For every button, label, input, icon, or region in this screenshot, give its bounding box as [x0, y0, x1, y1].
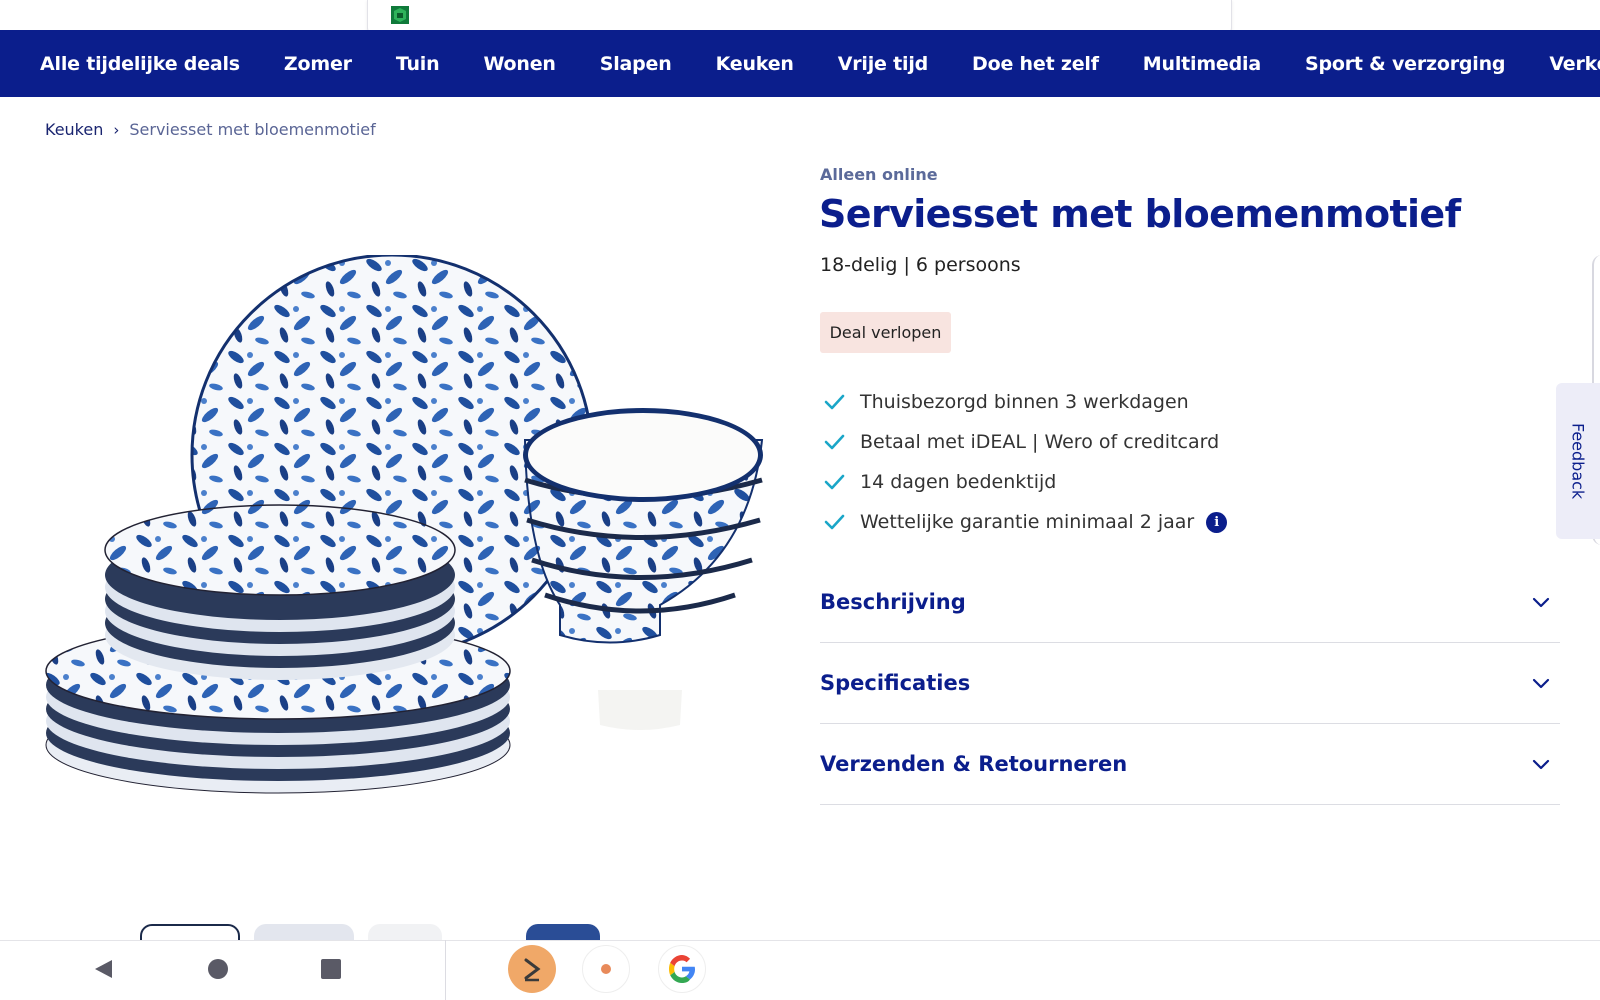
usp-item: Betaal met iDEAL | Wero of creditcard: [822, 422, 1227, 462]
breadcrumb-current: Serviesset met bloemenmotief: [129, 120, 376, 139]
accordion-title: Specificaties: [820, 671, 971, 695]
taskbar-divider: [445, 940, 446, 1000]
usp-text: Betaal met iDEAL | Wero of creditcard: [860, 431, 1220, 453]
store-logo-icon: [391, 6, 409, 24]
chevron-down-icon: [1532, 597, 1550, 608]
deal-status-badge: Deal verlopen: [820, 312, 951, 353]
chevron-down-icon: [1532, 678, 1550, 689]
home-icon[interactable]: [208, 959, 228, 979]
availability-label: Alleen online: [820, 165, 938, 184]
nav-item-wonen[interactable]: Wonen: [483, 53, 555, 75]
feedback-label: Feedback: [1568, 422, 1588, 500]
breadcrumb-link-keuken[interactable]: Keuken: [45, 120, 103, 139]
recent-apps-icon[interactable]: [321, 959, 341, 979]
usp-text: 14 dagen bedenktijd: [860, 471, 1057, 493]
google-logo-icon: [669, 955, 695, 983]
nav-item-tuin[interactable]: Tuin: [396, 53, 440, 75]
app-launcher-icon[interactable]: [508, 945, 556, 993]
usp-item: Wettelijke garantie minimaal 2 jaar i: [822, 502, 1228, 542]
nav-item-vrije-tijd[interactable]: Vrije tijd: [838, 53, 929, 75]
breadcrumb: Keuken › Serviesset met bloemenmotief: [45, 120, 376, 139]
nav-item-zomer[interactable]: Zomer: [284, 53, 352, 75]
check-icon: [824, 394, 845, 410]
check-icon: [824, 434, 845, 450]
usp-text: Wettelijke garantie minimaal 2 jaar: [860, 511, 1195, 533]
camera-dot-icon: [601, 964, 611, 974]
back-icon[interactable]: [92, 958, 114, 980]
nav-item-keuken[interactable]: Keuken: [716, 53, 794, 75]
breadcrumb-separator: ›: [113, 120, 120, 139]
overlay-card: [367, 0, 1232, 34]
nav-item-deals[interactable]: Alle tijdelijke deals: [40, 53, 240, 75]
arrow-app-icon: [524, 958, 541, 982]
usp-item: Thuisbezorgd binnen 3 werkdagen: [822, 382, 1227, 422]
info-icon[interactable]: i: [1206, 511, 1228, 533]
check-icon: [824, 474, 845, 490]
usp-text: Thuisbezorgd binnen 3 werkdagen: [860, 391, 1189, 413]
nav-item-sport-verzorging[interactable]: Sport & verzorging: [1305, 53, 1506, 75]
usp-item: 14 dagen bedenktijd: [822, 462, 1227, 502]
accordion-specificaties[interactable]: Specificaties: [820, 643, 1560, 724]
nav-item-verkoeling[interactable]: Verkoeling: [1549, 53, 1600, 75]
accordion-verzenden-retourneren[interactable]: Verzenden & Retourneren: [820, 724, 1560, 805]
feedback-tab[interactable]: Feedback: [1556, 383, 1600, 539]
product-accordion: Beschrijving Specificaties Verzenden & R…: [820, 562, 1560, 805]
usp-list: Thuisbezorgd binnen 3 werkdagen Betaal m…: [822, 382, 1228, 542]
google-app-icon[interactable]: [658, 945, 706, 993]
thumbnail-row: [140, 924, 614, 946]
nav-item-slapen[interactable]: Slapen: [600, 53, 672, 75]
product-title: Serviesset met bloemenmotief: [819, 192, 1461, 236]
accordion-title: Beschrijving: [820, 590, 966, 614]
nav-item-multimedia[interactable]: Multimedia: [1143, 53, 1261, 75]
product-image[interactable]: [40, 255, 780, 810]
product-subtitle: 18-delig | 6 persoons: [820, 254, 1021, 276]
check-icon: [824, 514, 845, 530]
nav-item-doe-het-zelf[interactable]: Doe het zelf: [972, 53, 1099, 75]
chevron-down-icon: [1532, 759, 1550, 770]
camera-app-icon[interactable]: [582, 945, 630, 993]
accordion-title: Verzenden & Retourneren: [820, 752, 1128, 776]
system-navigation-bar: [0, 940, 1600, 1000]
accordion-beschrijving[interactable]: Beschrijving: [820, 562, 1560, 643]
main-navigation: Alle tijdelijke deals Zomer Tuin Wonen S…: [0, 30, 1600, 97]
